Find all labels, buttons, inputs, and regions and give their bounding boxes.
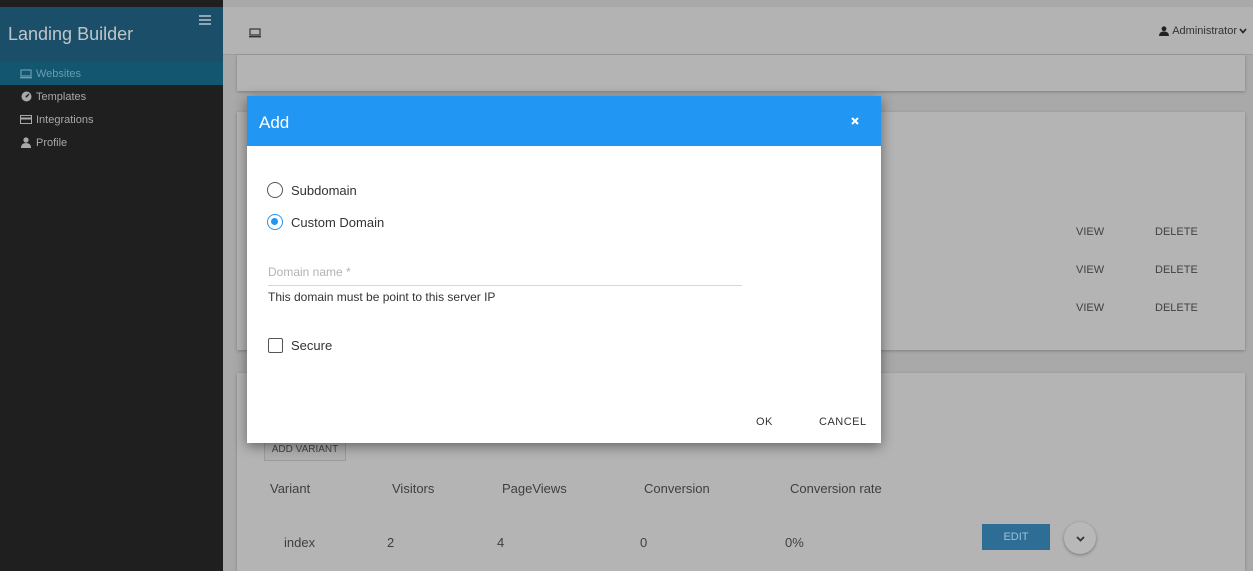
menu-toggle-icon[interactable] <box>199 15 211 25</box>
cell-pageviews: 4 <box>497 535 505 550</box>
column-header-pageviews: PageViews <box>502 481 567 496</box>
domain-help-text: This domain must be point to this server… <box>268 290 496 304</box>
delete-link[interactable]: DELETE <box>1155 302 1198 314</box>
secure-option[interactable]: Secure <box>268 338 332 353</box>
domain-name-field <box>268 259 742 286</box>
column-header-conversion: Conversion <box>644 481 710 496</box>
sidebar-item-label: Integrations <box>36 113 94 126</box>
column-header-variant: Variant <box>270 481 311 496</box>
user-menu[interactable]: Administrator <box>1159 25 1247 37</box>
sidebar-item-label: Profile <box>36 136 68 149</box>
column-header-conversion-rate: Conversion rate <box>790 481 882 496</box>
website-card-header <box>237 55 1245 91</box>
user-name: Administrator <box>1172 25 1237 37</box>
sidebar-item-profile[interactable]: Profile <box>0 131 223 154</box>
view-link[interactable]: VIEW <box>1076 226 1104 238</box>
dashboard-icon <box>20 91 32 102</box>
cancel-button[interactable]: CANCEL <box>819 416 867 428</box>
monitor-icon[interactable] <box>249 25 261 38</box>
chevron-down-icon <box>1075 529 1085 547</box>
custom-domain-label: Custom Domain <box>291 214 385 230</box>
secure-checkbox[interactable] <box>268 338 283 353</box>
close-icon[interactable] <box>849 114 861 126</box>
custom-domain-radio[interactable] <box>267 214 283 230</box>
domain-name-input[interactable] <box>268 259 742 285</box>
delete-link[interactable]: DELETE <box>1155 226 1198 238</box>
subdomain-label: Subdomain <box>291 182 357 198</box>
top-bar: Administrator <box>223 7 1253 55</box>
user-icon <box>1159 26 1170 36</box>
sidebar-item-templates[interactable]: Templates <box>0 85 223 108</box>
secure-label: Secure <box>291 338 333 353</box>
dialog-header: Add <box>247 96 881 146</box>
sidebar-item-label: Templates <box>36 90 87 103</box>
add-domain-dialog: Add Subdomain Custom Domain This domain … <box>247 96 881 443</box>
sidebar-item-websites[interactable]: Websites <box>0 62 223 85</box>
expand-button[interactable] <box>1064 522 1096 554</box>
delete-link[interactable]: DELETE <box>1155 264 1198 276</box>
view-link[interactable]: VIEW <box>1076 302 1104 314</box>
monitor-icon <box>20 68 32 79</box>
column-header-visitors: Visitors <box>392 481 435 496</box>
subdomain-radio[interactable] <box>267 182 283 198</box>
user-icon <box>20 137 32 148</box>
subdomain-option[interactable]: Subdomain <box>267 182 357 198</box>
brand-title: Landing Builder <box>8 24 134 44</box>
cell-conversion-rate: 0% <box>785 535 804 550</box>
cell-visitors: 2 <box>387 535 395 550</box>
ok-button[interactable]: OK <box>756 416 773 428</box>
sidebar-item-label: Websites <box>36 67 82 80</box>
cell-conversion: 0 <box>640 535 648 550</box>
card-icon <box>20 115 32 125</box>
dialog-title: Add <box>259 113 290 132</box>
sidebar-item-integrations[interactable]: Integrations <box>0 108 223 131</box>
sidebar-nav: Websites Templates Integrations Profile <box>0 62 223 154</box>
chevron-down-icon <box>1239 25 1247 37</box>
cell-variant: index <box>284 535 316 550</box>
sidebar: Landing Builder Websites Templates Integ… <box>0 0 223 571</box>
view-link[interactable]: VIEW <box>1076 264 1104 276</box>
edit-button[interactable]: EDIT <box>982 524 1050 550</box>
custom-domain-option[interactable]: Custom Domain <box>267 214 384 230</box>
sidebar-header: Landing Builder <box>0 7 223 62</box>
